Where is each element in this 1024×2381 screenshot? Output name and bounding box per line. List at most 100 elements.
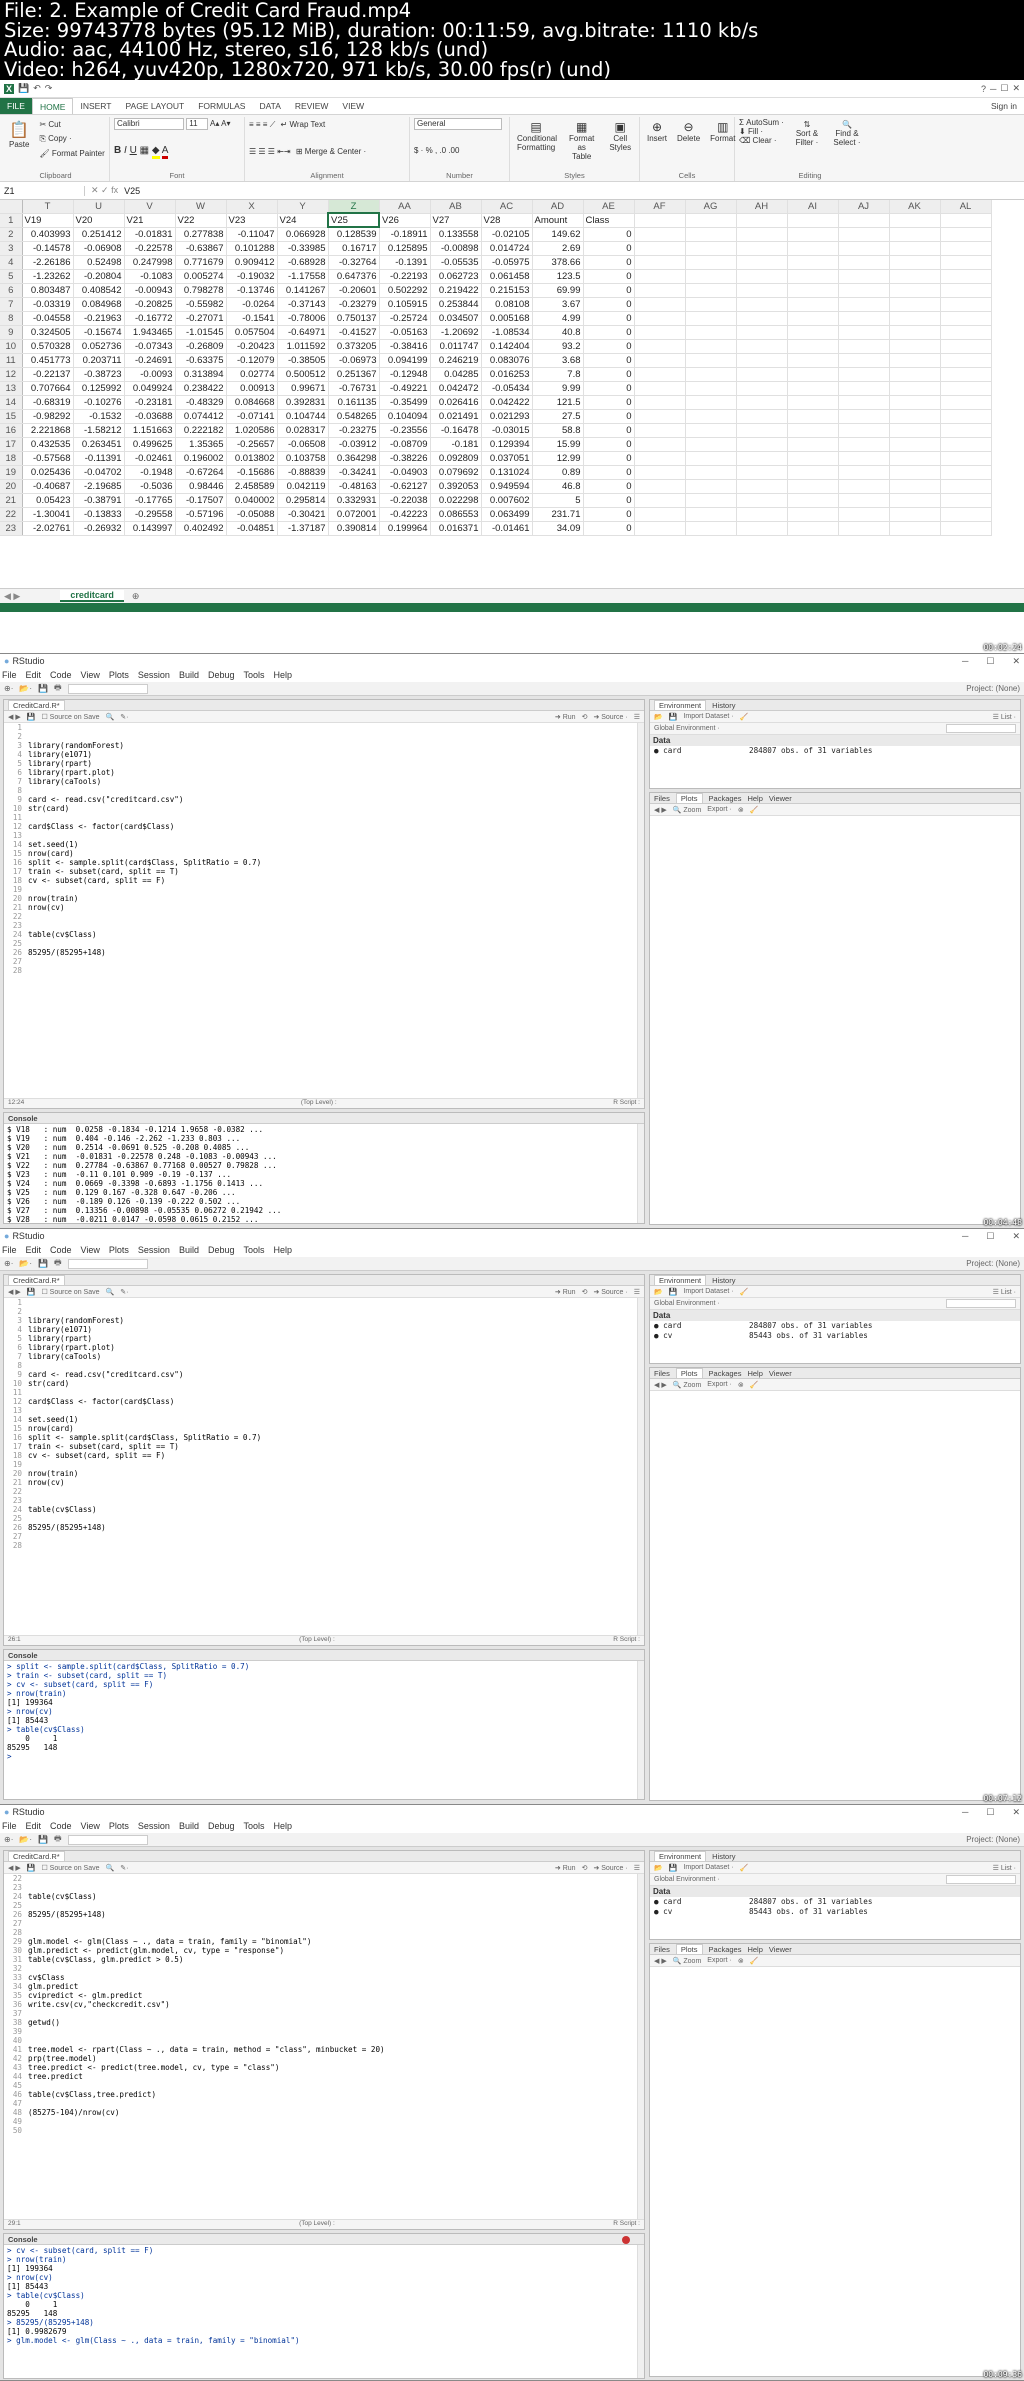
cell[interactable]: 0.022298 <box>430 493 482 508</box>
undo-icon[interactable]: ↶ <box>33 83 41 94</box>
save-icon[interactable]: 💾 <box>669 1288 678 1296</box>
cell[interactable]: V23 <box>226 213 278 228</box>
cell[interactable]: 0.057504 <box>226 325 278 340</box>
cell[interactable]: -0.23181 <box>124 395 176 410</box>
cell[interactable] <box>736 367 788 382</box>
underline-icon[interactable]: U <box>130 145 137 156</box>
cell[interactable]: -0.27071 <box>175 311 227 326</box>
cell[interactable]: 0 <box>583 297 635 312</box>
sign-in-link[interactable]: Sign in <box>984 98 1024 114</box>
cell[interactable]: -1.20692 <box>430 325 482 340</box>
tab-help[interactable]: Help <box>747 1369 762 1378</box>
cell[interactable]: -1.01545 <box>175 325 227 340</box>
cell[interactable]: 0.402492 <box>175 521 227 536</box>
cell[interactable]: 0.037051 <box>481 451 533 466</box>
cell[interactable] <box>685 437 737 452</box>
cell[interactable] <box>889 213 941 228</box>
cell[interactable]: 0.392831 <box>277 395 329 410</box>
cell[interactable] <box>940 227 992 242</box>
zoom-button[interactable]: 🔍 Zoom <box>673 1381 702 1389</box>
row-header[interactable]: 18 <box>0 451 23 466</box>
code-editor[interactable]: 22 23 24 table(cv$Class) 25 26 85295/(85295+14… <box>4 1874 644 2135</box>
menu-item-help[interactable]: Help <box>274 1245 293 1255</box>
cell[interactable]: V21 <box>124 213 176 228</box>
cell[interactable] <box>736 339 788 354</box>
column-header[interactable]: AH <box>736 200 788 214</box>
cell[interactable]: -0.17765 <box>124 493 176 508</box>
scrollbar[interactable] <box>637 723 644 1108</box>
cell[interactable]: 0 <box>583 227 635 242</box>
cell[interactable]: 0.141267 <box>277 283 329 298</box>
tab-files[interactable]: Files <box>654 1945 670 1954</box>
cell[interactable] <box>940 465 992 480</box>
row-header[interactable]: 6 <box>0 283 23 298</box>
name-box[interactable]: Z1 <box>0 185 85 196</box>
delete-plot-icon[interactable]: ⊗ <box>738 806 744 814</box>
cell[interactable] <box>787 409 839 424</box>
minimize-icon[interactable]: ─ <box>962 1807 968 1817</box>
cell[interactable]: 0.89 <box>532 465 584 480</box>
cell[interactable]: -1.58212 <box>73 423 125 438</box>
cell[interactable] <box>787 255 839 270</box>
cell[interactable]: -0.181 <box>430 437 482 452</box>
cell[interactable]: -0.03015 <box>481 423 533 438</box>
maximize-icon[interactable]: ☐ <box>986 656 994 666</box>
cell[interactable] <box>940 507 992 522</box>
cell[interactable]: -0.23556 <box>379 423 431 438</box>
cell[interactable]: -0.19032 <box>226 269 278 284</box>
cell[interactable]: -0.05434 <box>481 381 533 396</box>
menu-item-tools[interactable]: Tools <box>244 1821 265 1831</box>
cell[interactable]: -0.55982 <box>175 297 227 312</box>
new-file-icon[interactable]: ⊕· <box>4 684 13 693</box>
cell[interactable] <box>838 297 890 312</box>
delete-button[interactable]: ⊖ Delete <box>674 118 703 145</box>
wand-icon[interactable]: ✎· <box>120 713 128 721</box>
cell[interactable]: 0 <box>583 437 635 452</box>
cell[interactable] <box>736 227 788 242</box>
cell[interactable] <box>634 423 686 438</box>
cell[interactable] <box>787 465 839 480</box>
cell[interactable] <box>889 297 941 312</box>
cell[interactable]: 0.161135 <box>328 395 380 410</box>
menu-item-plots[interactable]: Plots <box>109 1245 129 1255</box>
cell[interactable]: V27 <box>430 213 482 228</box>
cell[interactable]: 40.8 <box>532 325 584 340</box>
column-header[interactable]: AA <box>379 200 431 214</box>
spreadsheet-grid[interactable]: T U V W X Y Z AA AB AC AD AE AF AG AH AI AJ AK AL 1 V19 V20 V2… <box>0 200 1024 588</box>
cell[interactable]: 0.063499 <box>481 507 533 522</box>
cell[interactable] <box>634 283 686 298</box>
cell[interactable]: -0.22578 <box>124 241 176 256</box>
open-icon[interactable]: 📂 <box>654 713 663 721</box>
cell[interactable]: 0.08108 <box>481 297 533 312</box>
cell[interactable]: -1.23262 <box>22 269 74 284</box>
cell[interactable]: 0.98446 <box>175 479 227 494</box>
cell[interactable]: -0.07343 <box>124 339 176 354</box>
menu-item-build[interactable]: Build <box>179 1245 199 1255</box>
close-icon[interactable]: ✕ <box>1012 1807 1020 1817</box>
console-output[interactable]: > split <- sample.split(card$Class, Spli… <box>4 1661 644 1762</box>
clear-button[interactable]: ⌫ Clear · <box>739 136 784 145</box>
cell[interactable] <box>736 409 788 424</box>
cell[interactable]: 1.011592 <box>277 339 329 354</box>
fx-icon[interactable]: ✕ ✓ fx <box>85 185 124 196</box>
cell[interactable]: 12.99 <box>532 451 584 466</box>
cell[interactable]: 0.021293 <box>481 409 533 424</box>
row-header[interactable]: 5 <box>0 269 23 284</box>
cell[interactable]: -2.26186 <box>22 255 74 270</box>
column-header[interactable]: AJ <box>838 200 890 214</box>
cell[interactable]: 0.548265 <box>328 409 380 424</box>
cell[interactable]: 0.392053 <box>430 479 482 494</box>
cell[interactable] <box>838 367 890 382</box>
cell[interactable]: -0.12948 <box>379 367 431 382</box>
tab-history[interactable]: History <box>712 1276 735 1285</box>
cell[interactable]: -0.07141 <box>226 409 278 424</box>
cell[interactable] <box>787 339 839 354</box>
wrap-text-button[interactable]: ↵ Wrap Text <box>278 118 329 131</box>
cell[interactable] <box>889 451 941 466</box>
cell[interactable] <box>736 465 788 480</box>
zoom-button[interactable]: 🔍 Zoom <box>673 806 702 814</box>
cell[interactable]: 2.69 <box>532 241 584 256</box>
cell[interactable]: 0.042119 <box>277 479 329 494</box>
cell[interactable] <box>634 269 686 284</box>
minimize-icon[interactable]: ─ <box>962 656 968 666</box>
